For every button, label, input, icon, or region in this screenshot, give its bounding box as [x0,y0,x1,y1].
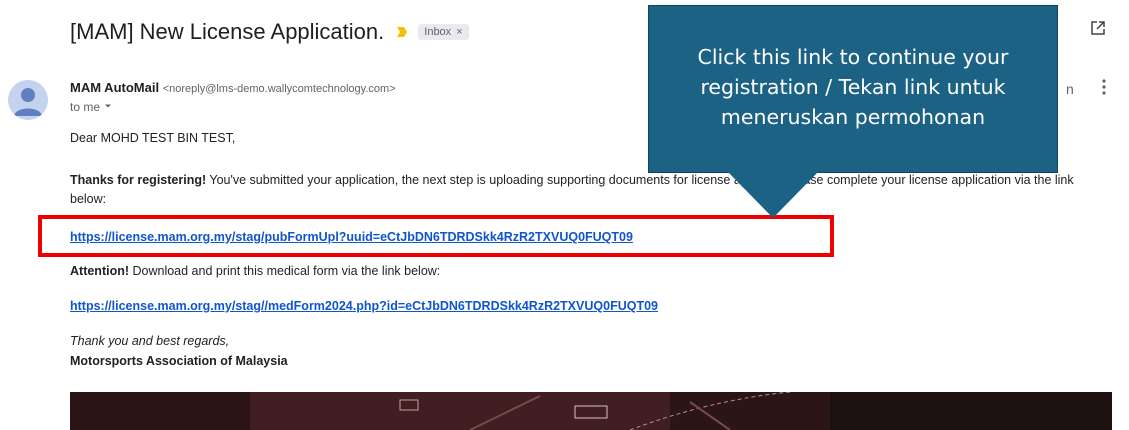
email-banner-image [70,392,1112,430]
callout-line-1: Click this link to continue your [697,45,1009,69]
more-vert-icon[interactable] [1096,78,1112,101]
medical-form-link-row: https://license.mam.org.my/stag//medForm… [70,297,658,316]
email-signature: Motorsports Association of Malaysia [70,354,288,368]
email-closing: Thank you and best regards, [70,334,230,348]
sender-email: <noreply@lms-demo.wallycomtechnology.com… [162,83,396,95]
callout-line-3: meneruskan permohonan [720,105,986,129]
subject-row: [MAM] New License Application. Inbox × [70,12,469,52]
attention-paragraph: Attention! Download and print this medic… [70,262,440,281]
email-greeting: Dear MOHD TEST BIN TEST, [70,131,236,145]
attention-text: Download and print this medical form via… [129,264,441,278]
recipient-toggle[interactable]: to me [70,100,113,114]
sender-line: MAM AutoMail <noreply@lms-demo.wallycomt… [70,80,396,95]
attention-bold: Attention! [70,264,130,278]
open-in-new-window-icon[interactable] [1090,20,1106,41]
callout-line-2: registration / Tekan link untuk [700,75,1006,99]
email-subject: [MAM] New License Application. [70,19,385,44]
intro-text: You've submitted your application, the n… [70,173,1074,206]
sender-name[interactable]: MAM AutoMail [70,80,159,95]
link-highlight-box [38,215,834,257]
inbox-label-text: Inbox [424,26,452,38]
instruction-callout: Click this link to continue your registr… [648,5,1058,173]
callout-pointer [728,172,818,218]
partial-header-text: n [1066,81,1074,97]
chevron-down-icon[interactable] [103,100,113,114]
inbox-label-chip[interactable]: Inbox × [418,24,469,40]
recipient-label: to me [70,100,101,114]
remove-label-icon[interactable]: × [456,26,462,38]
email-intro-paragraph: Thanks for registering! You've submitted… [70,171,1080,209]
importance-marker-icon[interactable] [396,26,408,38]
default-avatar-icon[interactable] [8,80,48,120]
medical-form-link[interactable]: https://license.mam.org.my/stag//medForm… [70,299,658,313]
intro-bold: Thanks for registering! [70,173,207,187]
